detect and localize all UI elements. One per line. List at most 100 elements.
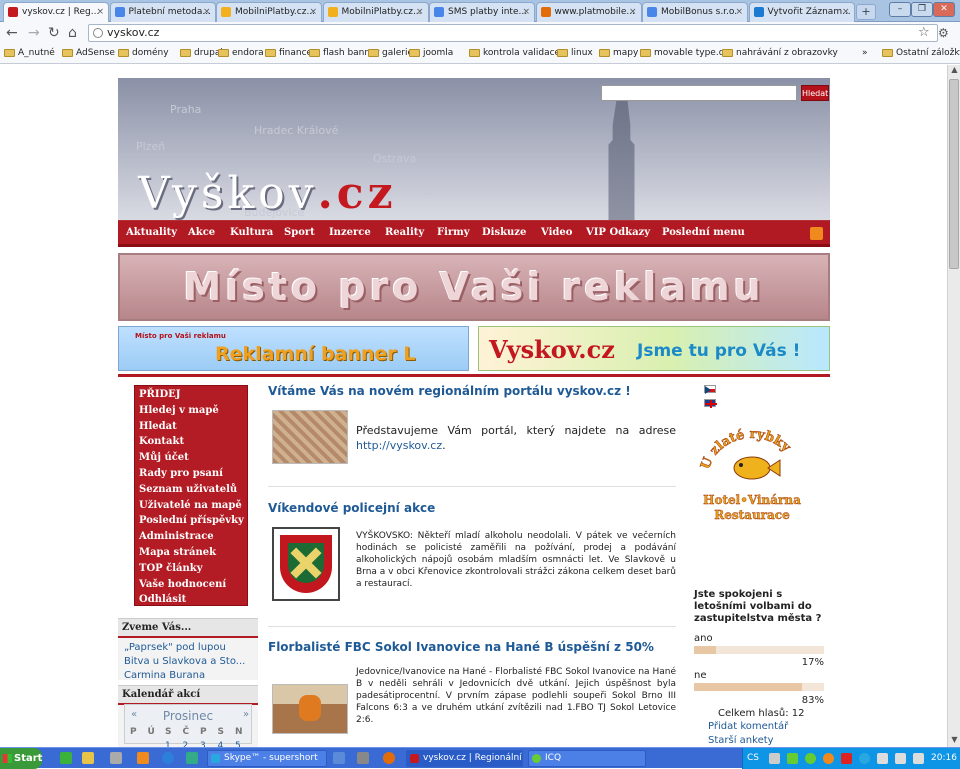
ad-banner-right[interactable]: Vyskov.cz Jsme tu pro Vás ! [478,326,830,371]
icq-tray-icon[interactable] [805,753,816,764]
left-menu-item[interactable]: Kontakt [139,436,184,447]
bookmark-folder[interactable]: AdSense [62,47,115,60]
tab[interactable]: MobilniPlatby.cz... × [216,2,322,22]
folder-icon[interactable] [82,752,94,764]
site-logo[interactable]: Vyškov.cz [138,168,397,219]
scrollbar-thumb[interactable] [949,79,959,269]
tab[interactable]: vyskov.cz | Reg... × [3,2,109,22]
menu-item[interactable]: Firmy [437,227,470,238]
bookmark-folder[interactable]: movable type.org [640,47,733,60]
article-title[interactable]: Florbalisté FBC Sokol Ivanovice na Hané … [268,640,654,654]
tab-close-icon[interactable]: × [309,3,317,21]
article-title[interactable]: Vítáme Vás na novém regionálním portálu … [268,384,631,398]
tab-close-icon[interactable]: × [96,3,104,21]
tab[interactable]: Vytvořit Záznam... × [748,2,855,22]
poll-older-link[interactable]: Starší ankety [708,735,774,746]
menu-item[interactable]: Akce [188,227,215,238]
task-skype[interactable]: Skype™ - supershort [207,750,327,767]
menu-item[interactable]: Kultura [230,227,273,238]
left-menu-item[interactable]: Rady pro psaní [139,468,223,479]
forward-icon[interactable]: → [28,24,40,42]
bookmark-folder[interactable]: drupal [180,47,223,60]
new-tab-button[interactable]: + [856,4,876,20]
reload-icon[interactable]: ↻ [48,24,60,42]
page-scrollbar[interactable]: ▲ ▼ [947,65,960,747]
tab[interactable]: www.platmobile... × [535,2,642,22]
article-title[interactable]: Víkendové policejní akce [268,501,435,515]
home-icon[interactable]: ⌂ [68,24,77,42]
ie-icon[interactable] [162,752,174,764]
rss-icon[interactable] [810,227,823,240]
menu-item[interactable]: Aktuality [126,227,177,238]
tab-close-icon[interactable]: × [842,3,850,21]
skype-tray-icon[interactable] [859,753,870,764]
tab[interactable]: MobilBonus s.r.o. × [642,2,748,22]
menu-item[interactable]: Diskuze [482,227,526,238]
left-menu-item[interactable]: Hledat [139,421,177,432]
menu-item[interactable]: Video [541,227,572,238]
network-tray-icon[interactable] [895,753,906,764]
bookmark-folder[interactable]: finance [265,47,312,60]
tab-close-icon[interactable]: × [416,3,424,21]
quicklaunch-icon[interactable] [60,752,72,764]
media-icon[interactable] [137,752,149,764]
left-menu-item[interactable]: Můj účet [139,452,189,463]
bookmark-folder[interactable]: kontrola validace [469,47,560,60]
poll-comment-link[interactable]: Přidat komentář [708,721,788,732]
zveme-link[interactable]: Carmina Burana [124,670,205,681]
tab-close-icon[interactable]: × [629,3,637,21]
bookmark-folder[interactable]: nahrávání z obrazovky [722,47,838,60]
scroll-up-icon[interactable]: ▲ [948,65,960,77]
tray-icon[interactable] [823,753,834,764]
volume-icon[interactable] [913,753,924,764]
flag-cz-icon[interactable] [704,385,716,394]
tab-close-icon[interactable]: × [203,3,211,21]
bookmark-folder[interactable]: joomla [409,47,453,60]
star-icon[interactable]: ☆ [918,24,930,42]
site-search-button[interactable]: Hledat [801,85,829,101]
tab[interactable]: MobilniPlatby.cz... × [322,2,429,22]
bookmark-folder[interactable]: endora [218,47,264,60]
tray-icon[interactable] [841,753,852,764]
left-menu-item[interactable]: Odhlásit [139,594,186,605]
site-search-input[interactable] [601,85,797,101]
task-browser[interactable]: vyskov.cz | Regionální in... [406,750,523,767]
network-icon[interactable] [186,752,198,764]
bookmarks-more-icon[interactable]: » [862,47,868,60]
tray-icon[interactable] [787,753,798,764]
tab[interactable]: SMS platby inte... × [429,2,535,22]
hotel-ad[interactable]: U zlaté rybky Hotel•Vinárna Restaurace [696,426,808,528]
task-icq[interactable]: ICQ [528,750,646,767]
bookmark-folder[interactable]: galerie [368,47,413,60]
calculator-icon[interactable] [110,752,122,764]
menu-item[interactable]: Reality [385,227,424,238]
other-bookmarks[interactable]: Ostatní záložky [882,47,960,60]
back-icon[interactable]: ← [6,24,18,42]
left-menu-item[interactable]: TOP články [139,563,203,574]
tab-close-icon[interactable]: × [735,3,743,21]
zveme-link[interactable]: Bitva u Slavkova a Sto... [124,656,245,667]
article-link[interactable]: http://vyskov.cz [356,439,442,452]
left-menu-item[interactable]: Administrace [139,531,214,542]
app-icon[interactable] [357,752,369,764]
menu-item[interactable]: Sport [284,227,315,238]
minimize-icon[interactable]: – [889,2,911,17]
language-indicator[interactable]: CS [747,748,759,769]
firefox-icon[interactable] [383,752,395,764]
address-bar[interactable]: vyskov.cz [88,24,938,42]
big-ad-banner[interactable]: Místo pro Vaši reklamu [118,253,830,321]
left-menu-item[interactable]: Poslední příspěvky [139,515,244,526]
tray-icon[interactable] [769,753,780,764]
tab[interactable]: Platební metoda... × [109,2,216,22]
save-icon[interactable] [333,752,345,764]
left-menu-item[interactable]: Mapa stránek [139,547,216,558]
bookmark-folder[interactable]: linux [557,47,593,60]
wrench-icon[interactable]: ⚙ [938,24,949,42]
close-window-icon[interactable]: ✕ [933,2,955,17]
restore-icon[interactable]: ❐ [911,2,933,17]
flag-en-icon[interactable] [704,399,717,408]
menu-item[interactable]: VIP Odkazy [586,227,650,238]
left-menu-item[interactable]: Uživatelé na mapě [139,500,242,511]
scroll-down-icon[interactable]: ▼ [948,735,960,747]
left-menu-item[interactable]: Hledej v mapě [139,405,219,416]
